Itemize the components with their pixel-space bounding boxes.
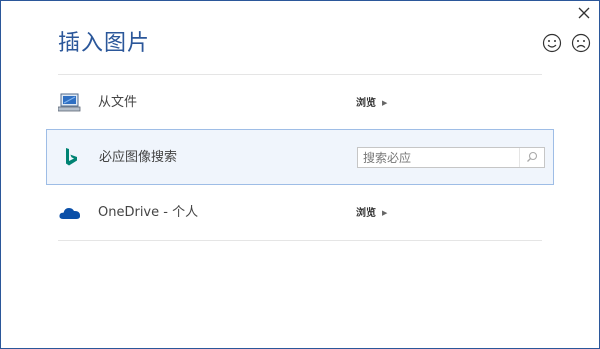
frown-icon[interactable] bbox=[570, 32, 592, 54]
from-file-row[interactable]: 从文件 浏览 ▶ bbox=[46, 75, 554, 131]
bing-search-box bbox=[357, 147, 545, 168]
browse-label: 浏览 bbox=[356, 208, 376, 219]
insert-picture-dialog: 插入图片 从文件 浏览▶ 必应图像搜索 OneDrive - 个 bbox=[0, 0, 600, 349]
smile-icon[interactable] bbox=[541, 32, 563, 54]
from-file-label: 从文件 bbox=[98, 95, 138, 110]
search-icon[interactable] bbox=[519, 148, 544, 167]
onedrive-row[interactable]: OneDrive - 个人 浏览 ▶ bbox=[46, 185, 554, 241]
onedrive-label: OneDrive - 个人 bbox=[98, 205, 199, 220]
dialog-title: 插入图片 bbox=[58, 31, 151, 56]
bing-icon bbox=[66, 148, 77, 166]
triangle-right-icon: ▶ bbox=[382, 99, 388, 107]
browse-link[interactable]: 浏览 ▶ bbox=[356, 185, 387, 242]
bing-search-input[interactable] bbox=[358, 148, 523, 167]
divider bbox=[58, 240, 542, 241]
browse-label: 浏览 bbox=[356, 98, 376, 109]
triangle-right-icon: ▶ bbox=[382, 209, 388, 217]
bing-search-row[interactable]: 必应图像搜索 bbox=[46, 129, 554, 185]
bing-search-label: 必应图像搜索 bbox=[99, 150, 178, 165]
close-icon[interactable] bbox=[576, 5, 592, 21]
onedrive-icon bbox=[59, 208, 81, 219]
computer-icon bbox=[58, 93, 81, 112]
browse-link[interactable]: 浏览 ▶ bbox=[356, 75, 387, 132]
